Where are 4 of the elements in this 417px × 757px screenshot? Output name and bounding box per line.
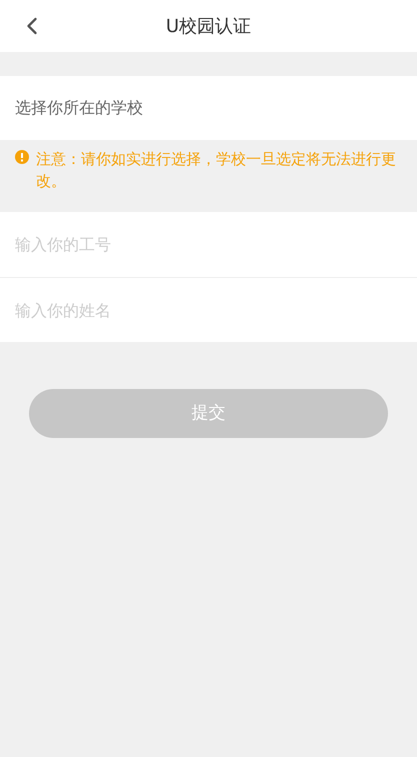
page-title: U校园认证 bbox=[166, 14, 252, 38]
notice-text: 注意：请你如实进行选择，学校一旦选定将无法进行更改。 bbox=[36, 149, 397, 192]
school-select[interactable]: 选择你所在的学校 bbox=[0, 76, 417, 140]
info-icon bbox=[15, 150, 29, 164]
